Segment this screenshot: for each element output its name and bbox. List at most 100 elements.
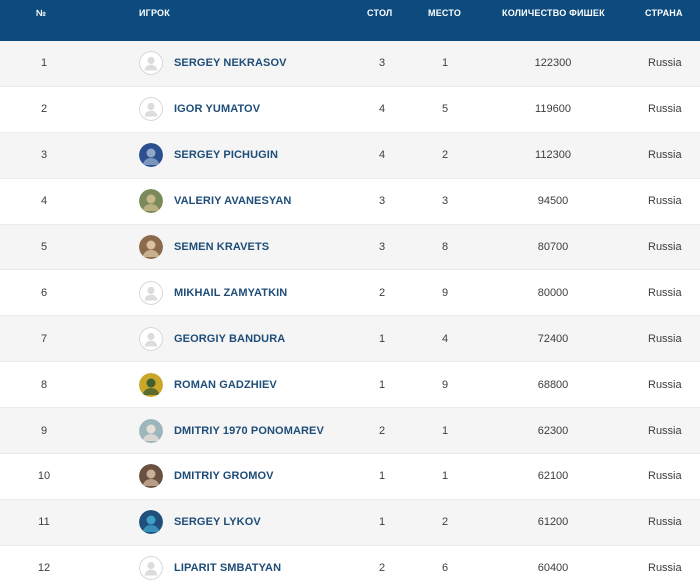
rank-number: 12 [37,562,51,575]
table-number: 3 [378,57,386,70]
table-number: 1 [378,332,386,345]
country: Russia [648,424,682,437]
country: Russia [648,516,682,529]
player-name-link[interactable]: DMITRIY GROMOV [174,470,274,482]
placeholder-avatar-icon[interactable] [139,280,163,305]
seat-number: 3 [441,195,449,208]
header-table[interactable]: СТОЛ [367,8,392,18]
seat-number: 2 [441,516,449,529]
placeholder-avatar-icon[interactable] [139,326,163,351]
player-photo-icon[interactable] [139,464,163,489]
player-name-link[interactable]: SERGEY LYKOV [174,516,261,528]
table-number: 1 [378,516,386,529]
header-seat[interactable]: МЕСТО [428,8,461,18]
table-row: 3 SERGEY PICHUGIN 4 2 112300 Russia [0,132,700,179]
player-name-link[interactable]: DMITRIY 1970 PONOMAREV [174,425,324,437]
table-body: 1 SERGEY NEKRASOV 3 1 122300 Russia 2 IGOR YUMA… [0,41,700,584]
seat-number: 1 [441,424,449,437]
header-chips[interactable]: КОЛИЧЕСТВО ФИШЕК [502,8,605,18]
chip-count: 122300 [534,57,572,70]
chip-count: 80700 [537,241,569,253]
country: Russia [648,103,682,116]
country: Russia [648,378,682,391]
rank-number: 3 [40,149,48,162]
rank-number: 8 [40,378,48,391]
placeholder-avatar-icon[interactable] [139,556,163,581]
player-photo-icon[interactable] [139,235,163,259]
rank-number: 1 [40,57,48,70]
table-number: 1 [378,470,386,483]
country: Russia [648,57,682,70]
player-name-link[interactable]: LIPARIT SMBATYAN [174,562,281,574]
chip-count: 61200 [537,516,569,529]
table-row: 8 ROMAN GADZHIEV 1 9 68800 Russia [0,362,700,409]
player-name-link[interactable]: SERGEY NEKRASOV [174,57,287,69]
table-row: 2 IGOR YUMATOV 4 5 119600 Russia [0,86,700,133]
player-name-link[interactable]: ROMAN GADZHIEV [174,379,277,391]
seat-number: 2 [441,149,449,162]
rank-number: 9 [40,424,48,437]
chip-count: 68800 [537,378,569,391]
country: Russia [648,286,682,299]
table-row: 6 MIKHAIL ZAMYATKIN 2 9 80000 Russia [0,270,700,317]
table-number: 2 [378,562,386,575]
player-name-link[interactable]: VALERIY AVANESYAN [174,195,291,207]
country: Russia [648,332,682,345]
table-row: 7 GEORGIY BANDURA 1 4 72400 Russia [0,316,700,363]
table-number: 3 [378,195,386,208]
header-country[interactable]: СТРАНА [645,8,683,18]
seat-number: 4 [441,332,449,345]
player-photo-icon[interactable] [139,143,163,168]
table-header: № ИГРОК СТОЛ МЕСТО КОЛИЧЕСТВО ФИШЕК СТРА… [0,0,700,41]
rank-number: 10 [37,470,51,483]
player-photo-icon[interactable] [139,510,163,535]
table-number: 1 [378,378,386,391]
chip-count: 94500 [537,195,569,208]
chip-count: 62100 [537,470,569,483]
chip-count: 62300 [537,424,569,437]
chip-count-table: № ИГРОК СТОЛ МЕСТО КОЛИЧЕСТВО ФИШЕК СТРА… [0,0,700,584]
player-photo-icon[interactable] [139,189,163,214]
chip-count: 112300 [535,149,571,162]
chip-count: 119600 [535,103,571,116]
rank-number: 7 [40,332,48,345]
player-name-link[interactable]: MIKHAIL ZAMYATKIN [174,287,287,299]
rank-number: 5 [40,241,48,253]
player-name-link[interactable]: SERGEY PICHUGIN [174,149,278,161]
player-name-link[interactable]: GEORGIY BANDURA [174,333,285,345]
table-row: 9 DMITRIY 1970 PONOMAREV 2 1 62300 Russia [0,408,700,455]
table-row: 4 VALERIY AVANESYAN 3 3 94500 Russia [0,178,700,225]
table-row: 12 LIPARIT SMBATYAN 2 6 60400 Russia [0,545,700,584]
rank-number: 4 [40,195,48,208]
player-name-link[interactable]: SEMEN KRAVETS [174,241,269,253]
seat-number: 1 [441,470,449,483]
placeholder-avatar-icon[interactable] [139,51,163,76]
table-row: 1 SERGEY NEKRASOV 3 1 122300 Russia [0,41,700,87]
player-photo-icon[interactable] [139,418,163,443]
country: Russia [648,470,682,483]
table-number: 3 [378,241,386,253]
seat-number: 5 [441,103,449,116]
country: Russia [648,562,682,575]
table-number: 2 [378,424,386,437]
chip-count: 80000 [537,286,569,299]
rank-number: 11 [38,516,50,529]
rank-number: 2 [40,103,48,116]
seat-number: 1 [441,57,449,70]
table-row: 10 DMITRIY GROMOV 1 1 62100 Russia [0,454,700,500]
header-player[interactable]: ИГРОК [139,8,170,18]
table-number: 2 [378,286,386,299]
country: Russia [648,241,682,253]
seat-number: 9 [441,286,449,299]
placeholder-avatar-icon[interactable] [139,97,163,122]
rank-number: 6 [40,286,48,299]
country: Russia [648,149,682,162]
country: Russia [648,195,682,208]
table-number: 4 [378,103,386,116]
player-photo-icon[interactable] [139,372,163,397]
table-row: 11 SERGEY LYKOV 1 2 61200 Russia [0,499,700,546]
chip-count: 72400 [537,332,569,345]
player-name-link[interactable]: IGOR YUMATOV [174,103,260,115]
table-row: 5 SEMEN KRAVETS 3 8 80700 Russia [0,224,700,271]
table-number: 4 [378,149,386,162]
